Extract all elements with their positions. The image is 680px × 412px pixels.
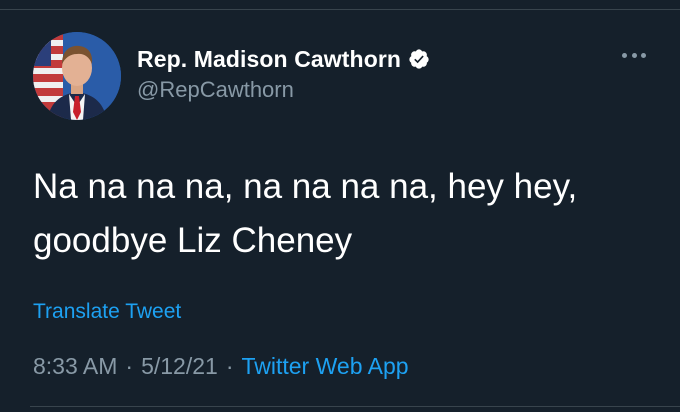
tweet-meta: 8:33 AM · 5/12/21 · Twitter Web App — [33, 353, 409, 380]
verified-badge-icon — [409, 49, 429, 69]
display-name[interactable]: Rep. Madison Cawthorn — [137, 46, 401, 73]
top-divider — [0, 9, 680, 10]
more-dot — [631, 52, 637, 58]
more-options-icon[interactable] — [622, 50, 646, 60]
translate-tweet-link[interactable]: Translate Tweet — [33, 300, 181, 324]
tweet-time[interactable]: 8:33 AM — [33, 353, 117, 380]
more-dot — [641, 52, 646, 58]
meta-separator: · — [225, 353, 234, 379]
tweet-source-link[interactable]: Twitter Web App — [241, 353, 408, 380]
author-name-row[interactable]: Rep. Madison Cawthorn — [137, 43, 430, 75]
more-dot — [622, 52, 627, 58]
avatar[interactable] — [33, 32, 121, 120]
profile-photo-icon — [33, 32, 121, 120]
meta-separator: · — [125, 353, 134, 379]
bottom-divider — [30, 406, 680, 407]
tweet-date[interactable]: 5/12/21 — [141, 353, 218, 380]
author-handle[interactable]: @RepCawthorn — [137, 77, 294, 103]
tweet-text: Na na na na, na na na na, hey hey, goodb… — [33, 167, 578, 260]
